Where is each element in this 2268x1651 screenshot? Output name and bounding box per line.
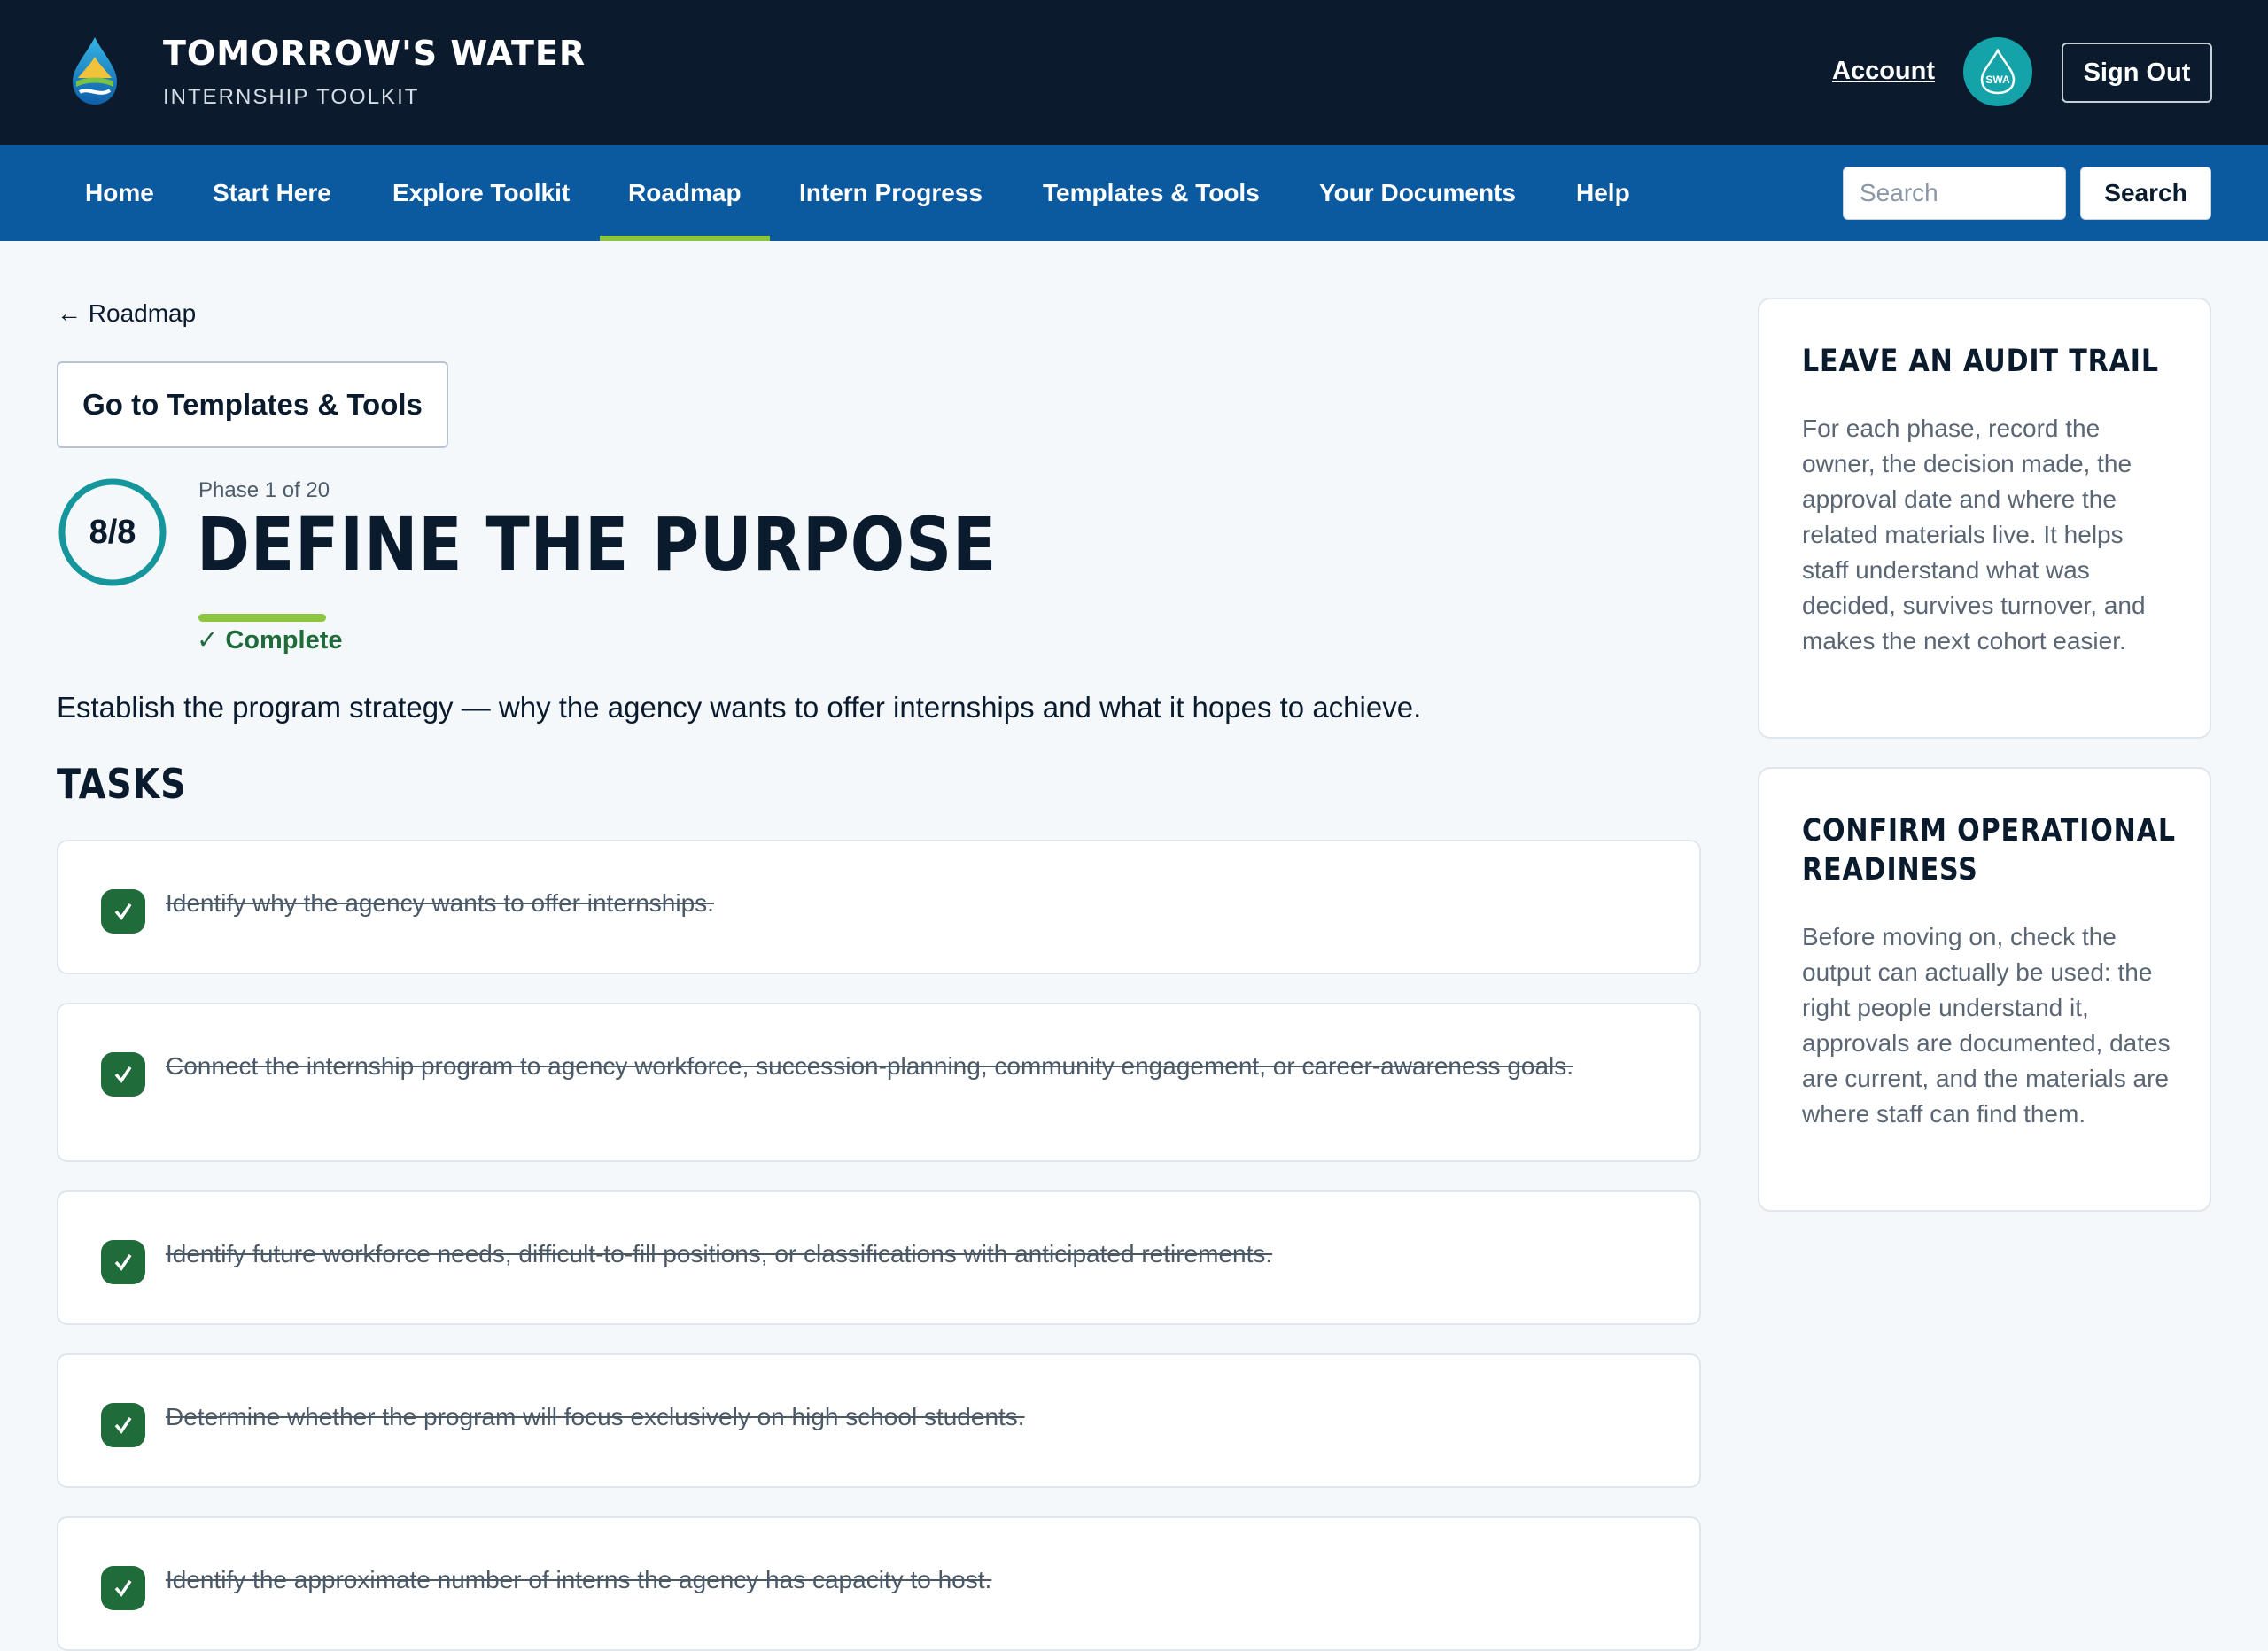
sign-out-button[interactable]: Sign Out [2062, 43, 2212, 103]
avatar-text: SWA [1985, 74, 2010, 86]
search-input[interactable] [1843, 167, 2066, 220]
brand-subtitle: INTERNSHIP TOOLKIT [163, 85, 420, 109]
phase-description: Establish the program strategy — why the… [57, 691, 1422, 724]
task-text: Determine whether the program will focus… [166, 1403, 1025, 1430]
account-link[interactable]: Account [1832, 57, 1935, 86]
site-header: TOMORROW'S WATER INTERNSHIP TOOLKIT Acco… [0, 0, 2268, 145]
task-text: Identify future workforce needs, difficu… [166, 1240, 1273, 1267]
audit-trail-card: LEAVE AN AUDIT TRAIL For each phase, rec… [1758, 298, 2211, 739]
water-drop-logo-icon[interactable] [69, 35, 120, 106]
page-title: DEFINE THE PURPOSE [197, 501, 998, 588]
go-to-templates-button[interactable]: Go to Templates & Tools [57, 361, 448, 448]
task-checkbox[interactable] [101, 1052, 145, 1097]
phase-label: Phase 1 of 20 [198, 478, 330, 502]
task-checkbox[interactable] [101, 1240, 145, 1284]
nav-item-roadmap[interactable]: Roadmap [600, 145, 770, 241]
nav-item-help[interactable]: Help [1576, 145, 1630, 241]
task-item: Connect the internship program to agency… [57, 1003, 1701, 1162]
nav-item-explore-toolkit[interactable]: Explore Toolkit [392, 145, 570, 241]
back-to-roadmap-link[interactable]: ← Roadmap [57, 299, 196, 328]
task-item: Identify future workforce needs, difficu… [57, 1190, 1701, 1325]
water-drop-avatar-icon: SWA [1980, 49, 2016, 95]
status-bar [198, 614, 326, 622]
check-icon [114, 1254, 132, 1271]
task-item: Determine whether the program will focus… [57, 1353, 1701, 1488]
nav-item-templates-tools[interactable]: Templates & Tools [1043, 145, 1260, 241]
task-text: Connect the internship program to agency… [166, 1052, 1574, 1080]
avatar[interactable]: SWA [1963, 37, 2032, 106]
brand-title[interactable]: TOMORROW'S WATER [163, 34, 586, 73]
card-body: For each phase, record the owner, the de… [1802, 415, 2146, 655]
check-icon [114, 1417, 132, 1434]
nav-item-intern-progress[interactable]: Intern Progress [799, 145, 983, 241]
task-item: Identify the approximate number of inter… [57, 1516, 1701, 1651]
nav-item-start-here[interactable]: Start Here [213, 145, 331, 241]
operational-readiness-card: CONFIRM OPERATIONAL READINESS Before mov… [1758, 767, 2211, 1212]
task-checkbox[interactable] [101, 1566, 145, 1610]
tasks-heading: TASKS [57, 760, 187, 808]
task-text: Identify the approximate number of inter… [166, 1566, 992, 1593]
check-icon [114, 1580, 132, 1597]
task-checkbox[interactable] [101, 889, 145, 934]
check-icon [114, 903, 132, 920]
task-checkbox[interactable] [101, 1403, 145, 1447]
nav-item-your-documents[interactable]: Your Documents [1319, 145, 1516, 241]
card-body: Before moving on, check the output can a… [1802, 923, 2171, 1128]
check-icon [114, 1066, 132, 1083]
card-title: CONFIRM OPERATIONAL READINESS [1802, 813, 2176, 888]
status-badge: ✓ Complete [197, 626, 343, 655]
progress-count: 8/8 [89, 513, 136, 551]
task-text: Identify why the agency wants to offer i… [166, 889, 714, 917]
nav-item-home[interactable]: Home [85, 145, 154, 241]
card-title: LEAVE AN AUDIT TRAIL [1802, 344, 2159, 379]
search-button[interactable]: Search [2080, 167, 2211, 220]
task-item: Identify why the agency wants to offer i… [57, 840, 1701, 974]
